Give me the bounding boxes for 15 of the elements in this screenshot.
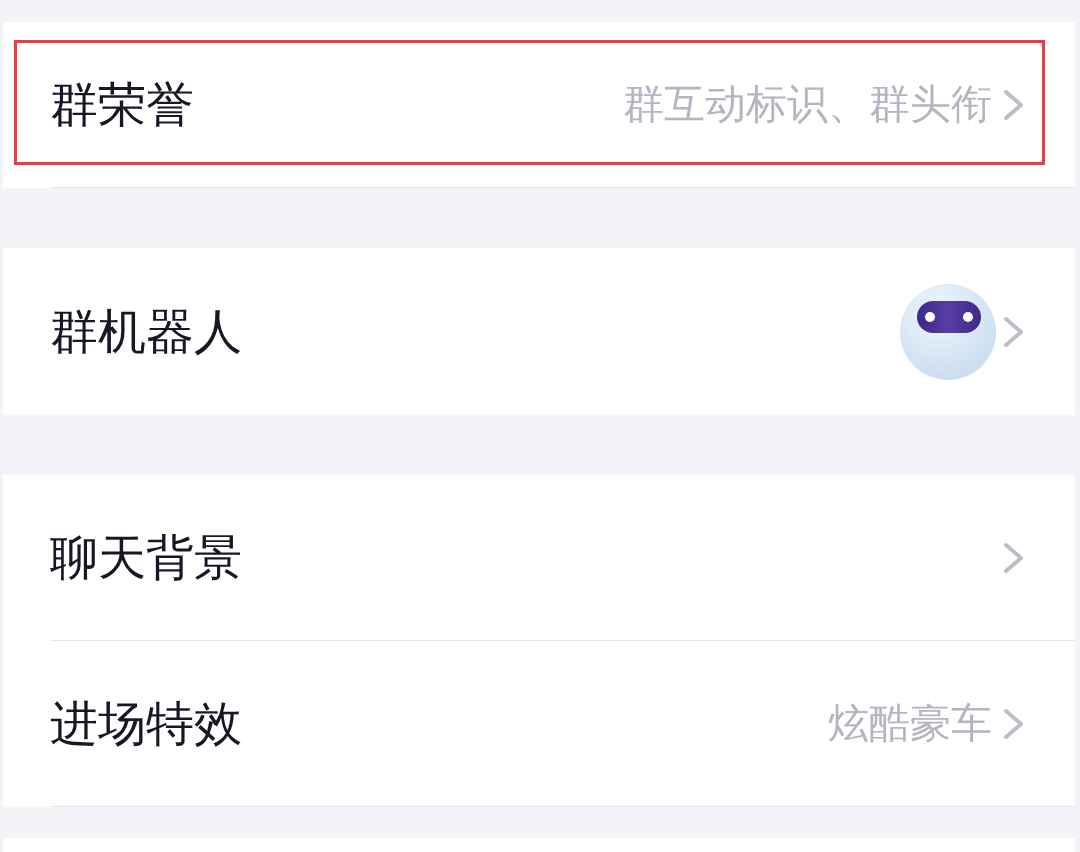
settings-row[interactable]: 聊天背景 [3,475,1075,640]
row-value: 群互动标识、群头衔 [623,79,992,130]
row-value: 炫酷豪车 [828,698,992,749]
chevron-right-icon [1003,315,1025,348]
chevron-right-icon [1003,88,1025,121]
row-label: 进场特效 [50,694,242,753]
settings-row[interactable]: 进场特效 炫酷豪车 [3,641,1075,806]
settings-row[interactable]: 群荣誉 群互动标识、群头衔 [3,22,1075,187]
chevron-right-icon [1003,707,1025,740]
robot-avatar-icon [900,283,996,380]
row-label: 聊天背景 [50,528,242,587]
chevron-right-icon [1003,541,1025,574]
row-label: 群机器人 [50,302,242,361]
settings-row[interactable]: 群机器人 [3,248,1075,415]
row-label: 群荣誉 [50,75,194,134]
